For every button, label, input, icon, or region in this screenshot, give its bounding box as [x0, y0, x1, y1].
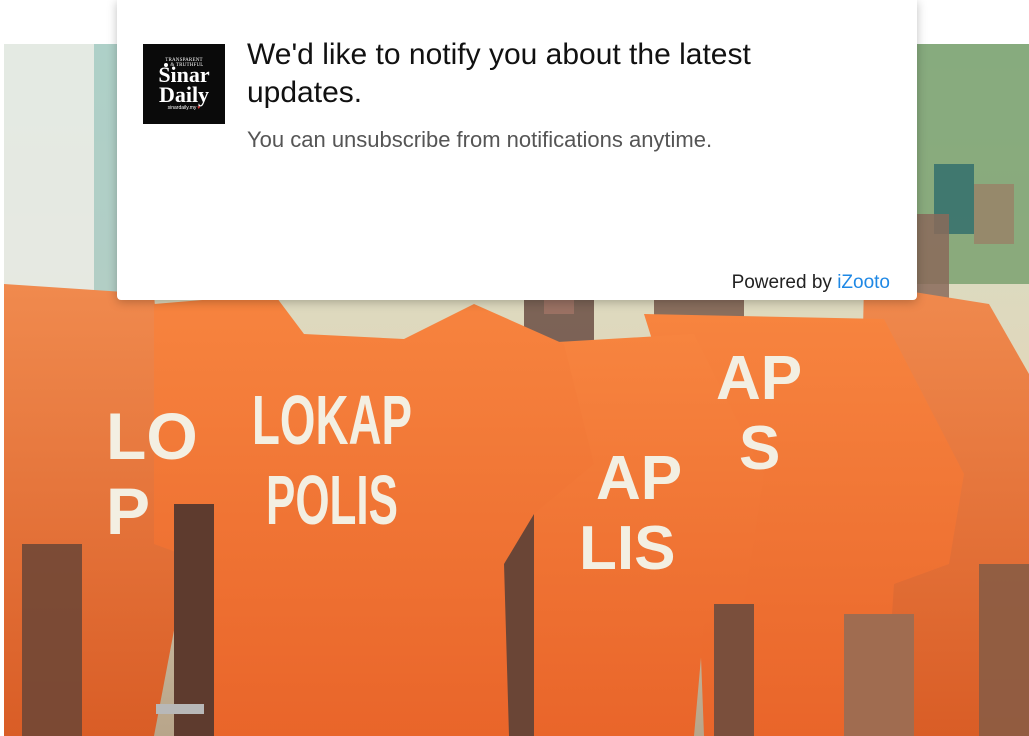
page: LOKAP POLIS LO P AP LIS AP S TRANSPARENT… [0, 0, 1029, 736]
izooto-link[interactable]: iZooto [837, 272, 890, 293]
powered-by-label: Powered by [731, 272, 832, 293]
logo-name-line2: Daily [158, 82, 210, 107]
powered-by: Powered by iZooto [732, 271, 890, 295]
notification-prompt: TRANSPARENT & TRUTHFUL Sinar Daily sinar… [117, 0, 917, 300]
shirt-text-lokap: LOKAP [252, 381, 412, 459]
shirt-text-polis: POLIS [266, 461, 398, 539]
prompt-subtitle: You can unsubscribe from notifications a… [247, 127, 713, 152]
shirt-text-center-lis: LIS [579, 514, 675, 583]
shirt-text-left-lo: LO [106, 399, 198, 473]
sinar-daily-logo: TRANSPARENT & TRUTHFUL Sinar Daily sinar… [143, 44, 225, 124]
shirt-text-center-ap: AP [596, 444, 682, 513]
shirt-text-right-ap: AP [716, 344, 802, 413]
shirt-text-right-s: S [739, 414, 780, 483]
prompt-title: We'd like to notify you about the latest… [247, 38, 751, 109]
logo-url: sinardaily.my [143, 105, 225, 111]
shirt-text-left-p: P [106, 474, 150, 548]
